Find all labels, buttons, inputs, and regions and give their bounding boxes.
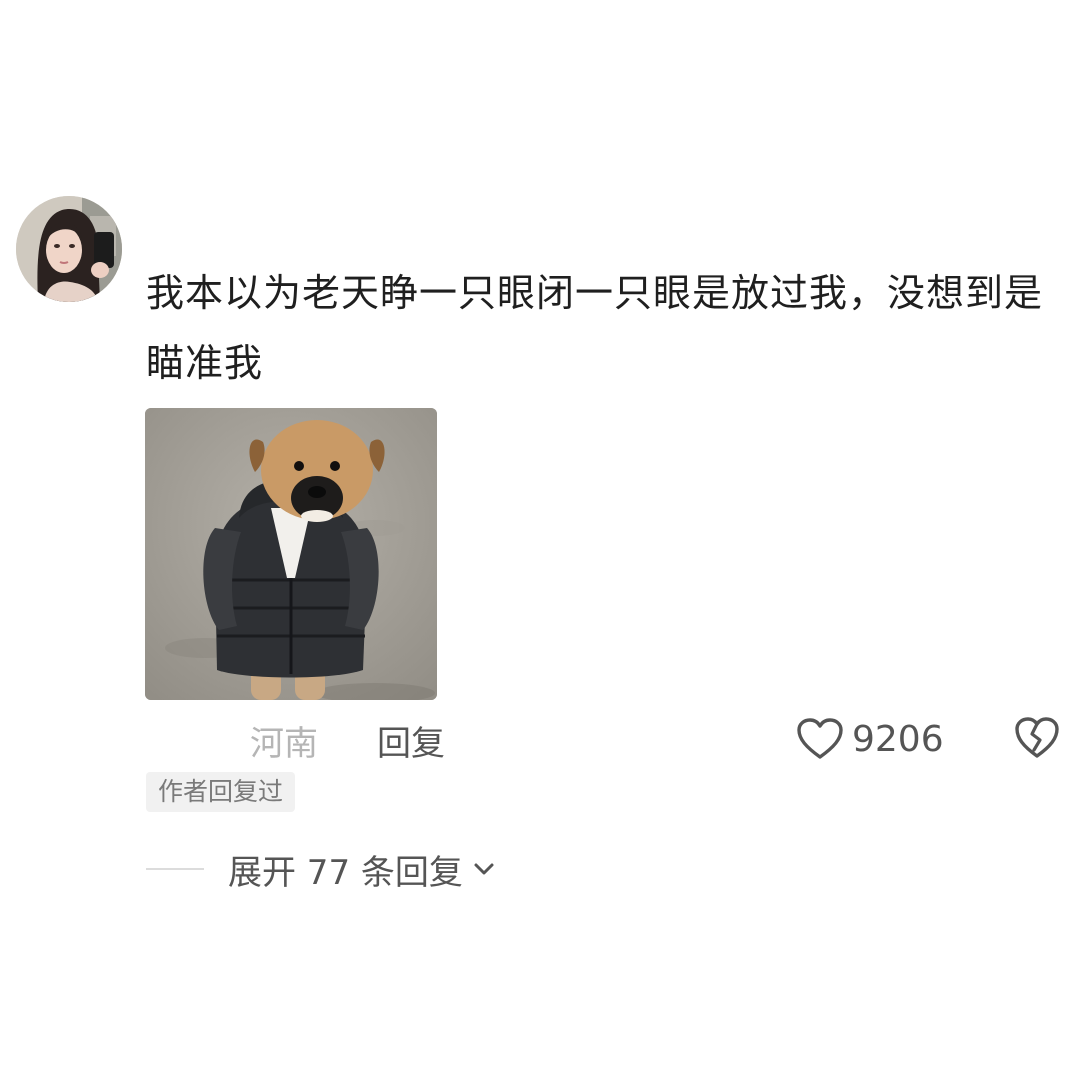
broken-heart-icon[interactable] bbox=[1014, 716, 1060, 760]
expand-replies-label: 展开 77 条回复 bbox=[228, 852, 463, 893]
avatar-photo bbox=[16, 196, 122, 302]
expand-replies-row: 展开 77 条回复 bbox=[146, 844, 497, 894]
comment-image[interactable] bbox=[145, 408, 437, 700]
author-replied-badge: 作者回复过 bbox=[146, 772, 296, 812]
expand-replies-button[interactable]: 展开 77 条回复 bbox=[228, 845, 497, 894]
comment-text: 我本以为老天睁一只眼闭一只眼是放过我，没想到是瞄准我 bbox=[146, 271, 1044, 385]
avatar[interactable] bbox=[16, 196, 122, 302]
location-label: 河南 bbox=[250, 724, 318, 764]
like-count: 9206 bbox=[852, 718, 944, 760]
puppy-photo bbox=[145, 408, 437, 700]
reply-button[interactable]: 回复 bbox=[377, 716, 445, 765]
divider bbox=[146, 868, 204, 870]
like-button[interactable]: 9206 bbox=[796, 714, 944, 764]
heart-outline-icon bbox=[797, 718, 843, 759]
chevron-down-icon bbox=[474, 863, 494, 875]
comment-meta-row: 河南 回复 9206 bbox=[0, 712, 1080, 768]
